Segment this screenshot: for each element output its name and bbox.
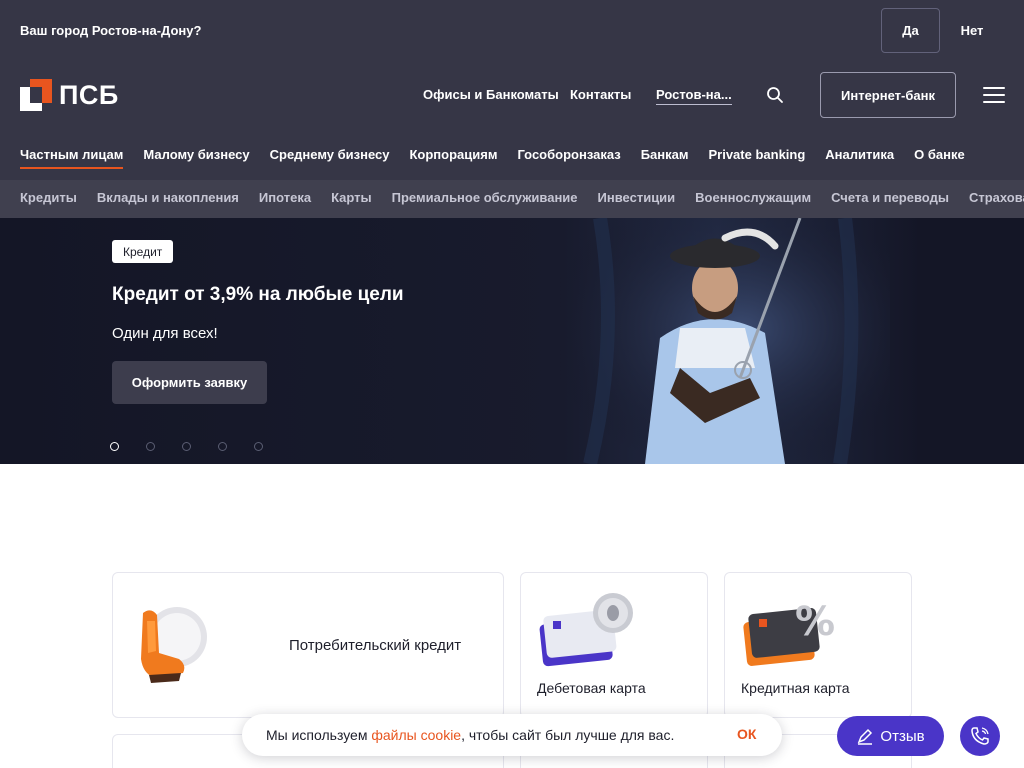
subnav-premium[interactable]: Премиальное обслуживание	[392, 190, 578, 205]
subnav-accounts-transfers[interactable]: Счета и переводы	[831, 190, 949, 205]
hero-badge: Кредит	[112, 240, 174, 263]
city-yes-button[interactable]: Да	[881, 8, 940, 53]
site-header: Ваш город Ростов-на-Дону? Да Нет ПСБ Офи…	[0, 0, 1024, 218]
psb-logo-icon	[20, 79, 52, 111]
car-seat-icon	[141, 607, 207, 683]
feedback-label: Отзыв	[880, 727, 925, 745]
hero-banner: Кредит Кредит от 3,9% на любые цели Один…	[0, 218, 1024, 464]
city-confirm-bar: Ваш город Ростов-на-Дону? Да Нет	[0, 0, 1024, 62]
card-credit-card[interactable]: % Кредитная карта	[724, 572, 912, 718]
logo-text: ПСБ	[59, 79, 119, 110]
segment-banks[interactable]: Банкам	[641, 147, 689, 169]
hero-title: Кредит от 3,9% на любые цели	[112, 284, 404, 305]
subnav-military[interactable]: Военнослужащим	[695, 190, 811, 205]
pen-icon	[858, 728, 873, 745]
segment-small-business[interactable]: Малому бизнесу	[143, 147, 249, 169]
subnav-deposits[interactable]: Вклады и накопления	[97, 190, 239, 205]
segment-analytics[interactable]: Аналитика	[825, 147, 894, 169]
hero-subtitle: Один для всех!	[112, 325, 218, 342]
phone-icon	[971, 727, 989, 745]
card-consumer-credit[interactable]: Потребительский кредит	[112, 572, 504, 718]
card-credit-card-label: Кредитная карта	[741, 680, 850, 696]
cookie-text-after: , чтобы сайт был лучше для вас.	[461, 727, 675, 743]
nav-offices-atms[interactable]: Офисы и Банкоматы	[423, 87, 559, 102]
svg-text:%: %	[795, 599, 835, 645]
credit-card-icon: %	[743, 599, 835, 666]
call-button[interactable]	[960, 716, 1000, 756]
subnav-mortgage[interactable]: Ипотека	[259, 190, 311, 205]
hamburger-menu-icon[interactable]	[983, 87, 1005, 103]
nav-city-select[interactable]: Ростов-на...	[656, 87, 732, 105]
nav-contacts[interactable]: Контакты	[570, 87, 631, 102]
segment-corporations[interactable]: Корпорациям	[409, 147, 497, 169]
segment-medium-business[interactable]: Среднему бизнесу	[270, 147, 390, 169]
cookie-banner: Мы используем файлы cookie, чтобы сайт б…	[242, 714, 782, 756]
apply-button[interactable]: Оформить заявку	[112, 361, 267, 404]
hero-dot-2[interactable]	[146, 442, 155, 451]
segment-individuals[interactable]: Частным лицам	[20, 147, 124, 169]
internet-bank-button[interactable]: Интернет-банк	[820, 72, 956, 118]
card-consumer-credit-label: Потребительский кредит	[289, 637, 462, 654]
city-question: Ваш город Ростов-на-Дону?	[20, 23, 202, 38]
subnav-cards[interactable]: Карты	[331, 190, 372, 205]
card-debit-card-label: Дебетовая карта	[537, 680, 646, 696]
search-icon[interactable]	[766, 86, 784, 104]
product-subnav: Кредиты Вклады и накопления Ипотека Карт…	[0, 180, 1024, 218]
segment-defense-order[interactable]: Гособоронзаказ	[517, 147, 620, 169]
hero-pagination	[110, 442, 290, 451]
city-no-button[interactable]: Нет	[944, 8, 1000, 53]
cookie-text: Мы используем файлы cookie, чтобы сайт б…	[266, 727, 674, 743]
feedback-button[interactable]: Отзыв	[837, 716, 944, 756]
subnav-investments[interactable]: Инвестиции	[598, 190, 676, 205]
hero-dot-3[interactable]	[182, 442, 191, 451]
musketeer-illustration	[560, 218, 890, 464]
cookie-policy-link[interactable]: файлы cookie	[371, 727, 461, 743]
subnav-insurance[interactable]: Страхование	[969, 190, 1024, 205]
hero-dot-5[interactable]	[254, 442, 263, 451]
hero-dot-4[interactable]	[218, 442, 227, 451]
psb-logo[interactable]: ПСБ	[20, 79, 120, 111]
segment-private-banking[interactable]: Private banking	[708, 147, 805, 169]
card-debit-card[interactable]: Дебетовая карта	[520, 572, 708, 718]
segment-about[interactable]: О банке	[914, 147, 965, 169]
hero-dot-1[interactable]	[110, 442, 119, 451]
cookie-text-before: Мы используем	[266, 727, 372, 743]
cookie-ok-button[interactable]: ОК	[737, 726, 756, 742]
debit-card-icon	[539, 593, 633, 667]
segment-nav: Частным лицам Малому бизнесу Среднему би…	[20, 147, 985, 169]
subnav-credits[interactable]: Кредиты	[20, 190, 77, 205]
